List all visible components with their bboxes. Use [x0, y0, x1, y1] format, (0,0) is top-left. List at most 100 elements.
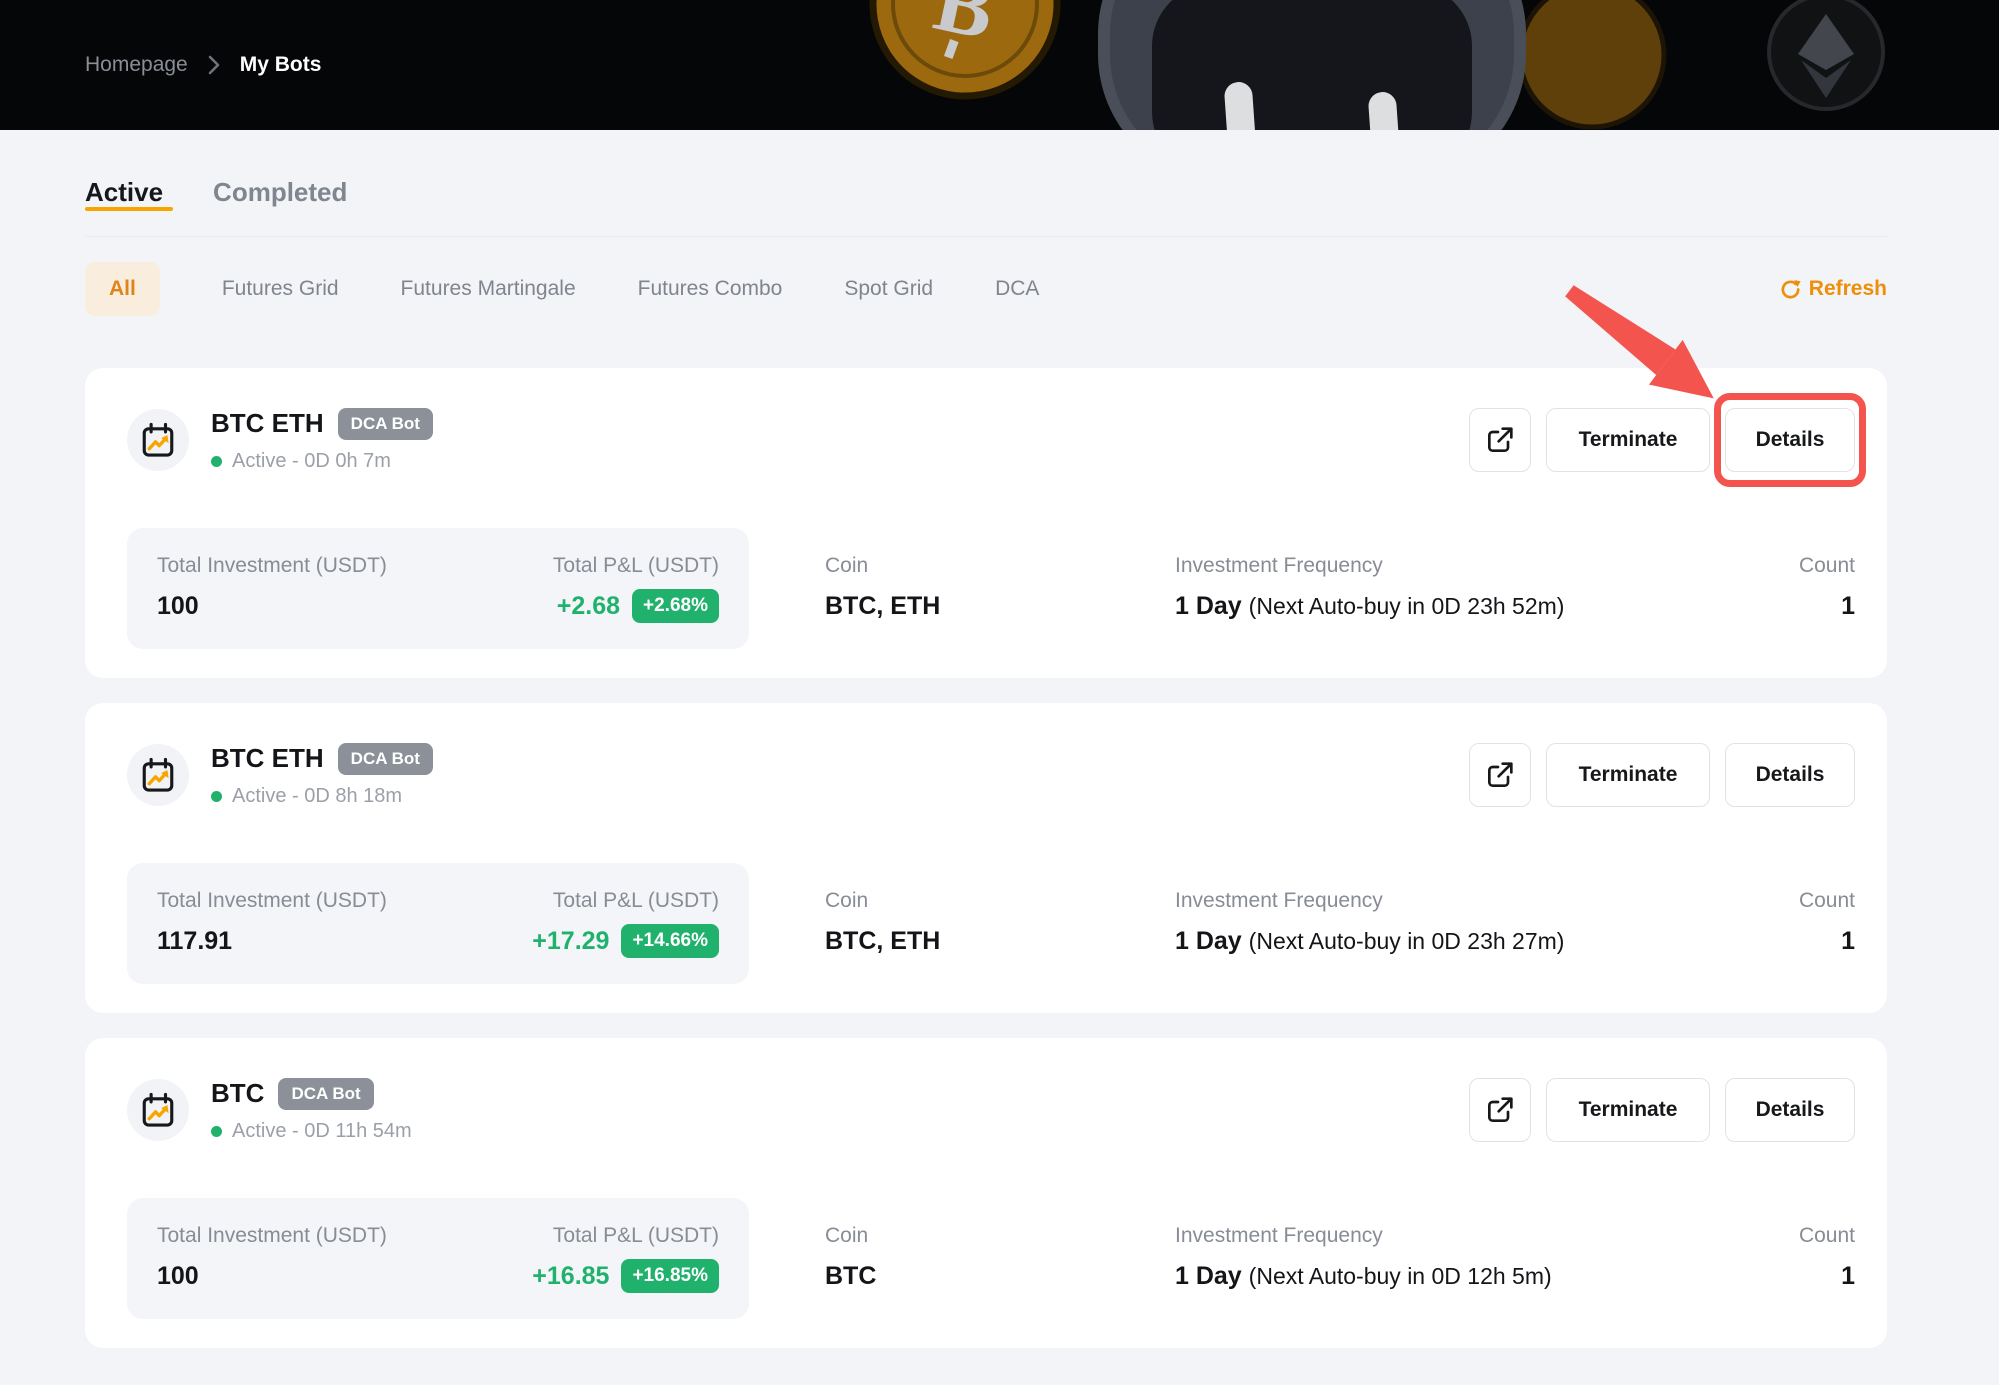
details-button-wrap: Details	[1725, 408, 1855, 472]
bot-card: BTC ETH DCA Bot Active - 0D 8h 18m Termi…	[85, 703, 1887, 1013]
refresh-label: Refresh	[1809, 277, 1887, 301]
open-bot-button[interactable]	[1469, 1078, 1531, 1142]
external-link-icon	[1484, 424, 1516, 456]
bot-title-block: BTC ETH DCA Bot Active - 0D 0h 7m	[211, 408, 433, 473]
terminate-button[interactable]: Terminate	[1546, 743, 1710, 807]
card-stats: Total Investment (USDT) 117.91 Total P&L…	[85, 863, 1887, 984]
bot-status-text: Active - 0D 0h 7m	[232, 450, 391, 473]
details-button[interactable]: Details	[1725, 743, 1855, 807]
banner-art: B	[780, 0, 1999, 130]
investment-pnl-box: Total Investment (USDT) 100 Total P&L (U…	[127, 1198, 749, 1319]
details-button[interactable]: Details	[1725, 1078, 1855, 1142]
pnl-value: +17.29	[532, 927, 609, 956]
filter-all[interactable]: All	[85, 262, 160, 316]
bot-pair-name: BTC ETH	[211, 743, 324, 774]
bot-status-text: Active - 0D 8h 18m	[232, 785, 402, 808]
details-button[interactable]: Details	[1725, 408, 1855, 472]
bot-type-badge: DCA Bot	[338, 408, 433, 440]
card-actions: Terminate Details	[1469, 743, 1855, 807]
ethereum-coin-icon	[1769, 0, 1883, 109]
count-column: Count 1	[1765, 863, 1855, 984]
refresh-icon	[1779, 278, 1802, 301]
count-label: Count	[1765, 554, 1855, 578]
frequency-main: 1 Day	[1175, 1262, 1242, 1290]
filter-bar: All Futures Grid Futures Martingale Futu…	[85, 262, 1887, 316]
robot-icon	[1098, 0, 1526, 130]
bot-pair-name: BTC	[211, 1078, 264, 1109]
calendar-chart-icon	[138, 420, 178, 460]
frequency-label: Investment Frequency	[1175, 1224, 1765, 1248]
filter-futures-grid[interactable]: Futures Grid	[222, 277, 339, 301]
tab-completed[interactable]: Completed	[213, 177, 347, 208]
pnl-label: Total P&L (USDT)	[553, 554, 719, 578]
bot-pair-name: BTC ETH	[211, 408, 324, 439]
investment-pnl-box: Total Investment (USDT) 117.91 Total P&L…	[127, 863, 749, 984]
count-label: Count	[1765, 1224, 1855, 1248]
coin-column: Coin BTC, ETH	[825, 528, 1175, 649]
active-status-dot	[211, 791, 222, 802]
card-header: BTC ETH DCA Bot Active - 0D 8h 18m Termi…	[85, 703, 1887, 807]
investment-value: 100	[157, 592, 387, 621]
terminate-button[interactable]: Terminate	[1546, 408, 1710, 472]
refresh-button[interactable]: Refresh	[1779, 277, 1887, 301]
card-actions: Terminate Details	[1469, 1078, 1855, 1142]
card-stats: Total Investment (USDT) 100 Total P&L (U…	[85, 1198, 1887, 1319]
filter-futures-martingale[interactable]: Futures Martingale	[401, 277, 576, 301]
frequency-note: (Next Auto-buy in 0D 23h 27m)	[1249, 928, 1565, 954]
main-content: Active Completed All Futures Grid Future…	[0, 177, 1999, 1348]
investment-value: 100	[157, 1262, 387, 1291]
pnl-label: Total P&L (USDT)	[532, 1224, 719, 1248]
frequency-main: 1 Day	[1175, 592, 1242, 620]
coin-value: BTC, ETH	[825, 592, 1175, 621]
tab-active-label: Active	[85, 177, 163, 207]
count-value: 1	[1765, 592, 1855, 621]
investment-pnl-box: Total Investment (USDT) 100 Total P&L (U…	[127, 528, 749, 649]
coin-label: Coin	[825, 554, 1175, 578]
frequency-value: 1 Day (Next Auto-buy in 0D 23h 27m)	[1175, 927, 1765, 956]
pnl-value: +2.68	[557, 592, 620, 621]
chevron-right-icon	[208, 55, 220, 75]
card-header: BTC ETH DCA Bot Active - 0D 0h 7m Termin…	[85, 368, 1887, 472]
frequency-column: Investment Frequency 1 Day (Next Auto-bu…	[1175, 528, 1765, 649]
filter-futures-combo[interactable]: Futures Combo	[638, 277, 783, 301]
bot-avatar	[127, 744, 189, 806]
tab-active[interactable]: Active	[85, 177, 163, 208]
frequency-note: (Next Auto-buy in 0D 12h 5m)	[1249, 1263, 1552, 1289]
frequency-note: (Next Auto-buy in 0D 23h 52m)	[1249, 593, 1565, 619]
frequency-column: Investment Frequency 1 Day (Next Auto-bu…	[1175, 1198, 1765, 1319]
coin-value: BTC	[825, 1262, 1175, 1291]
bot-type-badge: DCA Bot	[278, 1078, 373, 1110]
bot-type-badge: DCA Bot	[338, 743, 433, 775]
count-column: Count 1	[1765, 1198, 1855, 1319]
bot-card: BTC ETH DCA Bot Active - 0D 0h 7m Termin…	[85, 368, 1887, 678]
coin-value: BTC, ETH	[825, 927, 1175, 956]
investment-value: 117.91	[157, 927, 387, 956]
breadcrumb-homepage-link[interactable]: Homepage	[85, 53, 188, 77]
terminate-button[interactable]: Terminate	[1546, 1078, 1710, 1142]
bitcoin-coin-icon: B	[856, 0, 1074, 113]
tabs-bar: Active Completed	[85, 177, 1887, 237]
bot-title-block: BTC ETH DCA Bot Active - 0D 8h 18m	[211, 743, 433, 808]
bot-card: BTC DCA Bot Active - 0D 11h 54m Terminat…	[85, 1038, 1887, 1348]
filter-dca[interactable]: DCA	[995, 277, 1039, 301]
card-actions: Terminate Details	[1469, 408, 1855, 472]
filter-spot-grid[interactable]: Spot Grid	[844, 277, 933, 301]
page-header: B Homepage My Bots	[0, 0, 1999, 130]
coin-column: Coin BTC	[825, 1198, 1175, 1319]
count-label: Count	[1765, 889, 1855, 913]
count-value: 1	[1765, 927, 1855, 956]
breadcrumb-current-page: My Bots	[240, 53, 322, 77]
count-column: Count 1	[1765, 528, 1855, 649]
open-bot-button[interactable]	[1469, 408, 1531, 472]
pnl-percent-badge: +2.68%	[632, 589, 719, 623]
open-bot-button[interactable]	[1469, 743, 1531, 807]
external-link-icon	[1484, 1094, 1516, 1126]
active-status-dot	[211, 1126, 222, 1137]
frequency-label: Investment Frequency	[1175, 889, 1765, 913]
coin-label: Coin	[825, 1224, 1175, 1248]
bot-title-block: BTC DCA Bot Active - 0D 11h 54m	[211, 1078, 412, 1143]
card-header: BTC DCA Bot Active - 0D 11h 54m Terminat…	[85, 1038, 1887, 1142]
bot-status-text: Active - 0D 11h 54m	[232, 1120, 412, 1143]
investment-label: Total Investment (USDT)	[157, 1224, 387, 1248]
investment-label: Total Investment (USDT)	[157, 889, 387, 913]
